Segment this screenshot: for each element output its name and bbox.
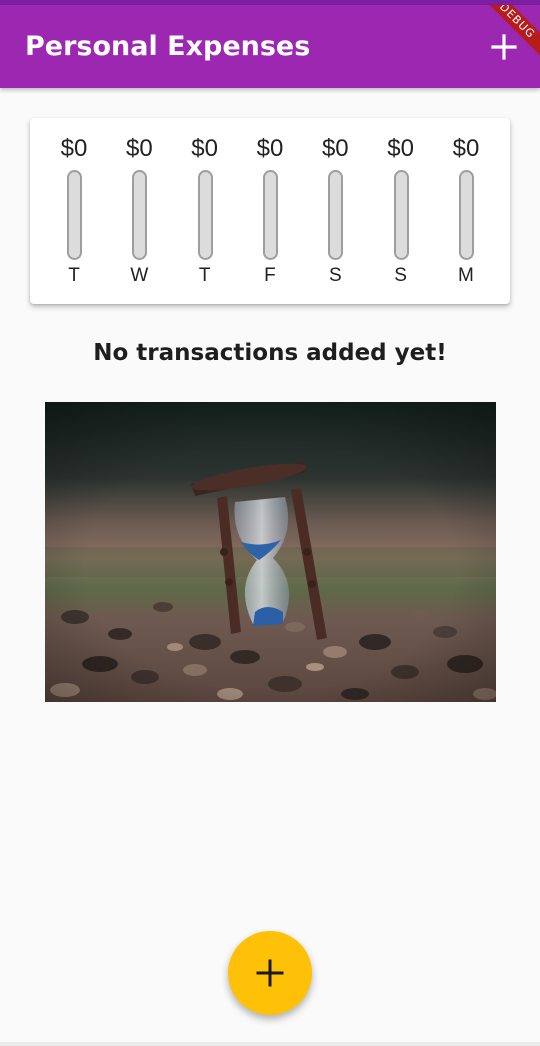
- bar-day-label: S: [394, 265, 407, 286]
- bar-track: [393, 170, 409, 260]
- add-transaction-button[interactable]: [486, 29, 522, 65]
- plus-icon: [491, 34, 517, 60]
- bar-track: [67, 170, 82, 260]
- bar-track: [458, 170, 474, 260]
- chart-bar-0: $0 T: [42, 118, 106, 304]
- bar-day-label: T: [198, 265, 211, 286]
- bar-amount-label: $0: [321, 135, 349, 162]
- hourglass-image: [45, 402, 496, 702]
- bar-day-label: M: [458, 265, 474, 286]
- bar-track: [328, 170, 344, 260]
- add-transaction-fab[interactable]: [228, 931, 312, 1015]
- hourglass-photo: [45, 402, 496, 702]
- chart-bar-3: $0 F: [238, 118, 302, 304]
- bar-amount-label: $0: [60, 135, 88, 162]
- chart-bar-2: $0 T: [173, 118, 237, 304]
- app-bar: Personal Expenses DEBUG: [0, 5, 540, 88]
- chart-bar-5: $0 S: [369, 118, 433, 304]
- bottom-edge: [0, 1042, 540, 1046]
- bar-track: [197, 170, 213, 260]
- bar-amount-label: $0: [452, 135, 480, 162]
- bar-amount-label: $0: [387, 135, 414, 162]
- bar-day-label: F: [264, 265, 276, 286]
- chart-bar-6: $0 M: [434, 118, 498, 304]
- bar-day-label: S: [328, 265, 342, 286]
- plus-icon: [256, 959, 284, 987]
- weekly-chart-card: $0 T $0 W $0 T $0 F $0 S $0 S $0 M: [30, 118, 510, 304]
- app-title: Personal Expenses: [25, 31, 311, 62]
- bar-track: [132, 170, 148, 260]
- chart-bar-4: $0 S: [303, 118, 367, 304]
- bar-track: [262, 170, 278, 260]
- chart-bars-row: $0 T $0 W $0 T $0 F $0 S $0 S $0 M: [42, 118, 498, 304]
- empty-state-message: No transactions added yet!: [93, 340, 447, 366]
- bar-day-label: W: [130, 265, 149, 286]
- bar-amount-label: $0: [191, 135, 218, 162]
- bar-amount-label: $0: [125, 135, 153, 162]
- bar-day-label: T: [68, 265, 80, 286]
- bar-amount-label: $0: [256, 135, 284, 162]
- chart-bar-1: $0 W: [107, 118, 171, 304]
